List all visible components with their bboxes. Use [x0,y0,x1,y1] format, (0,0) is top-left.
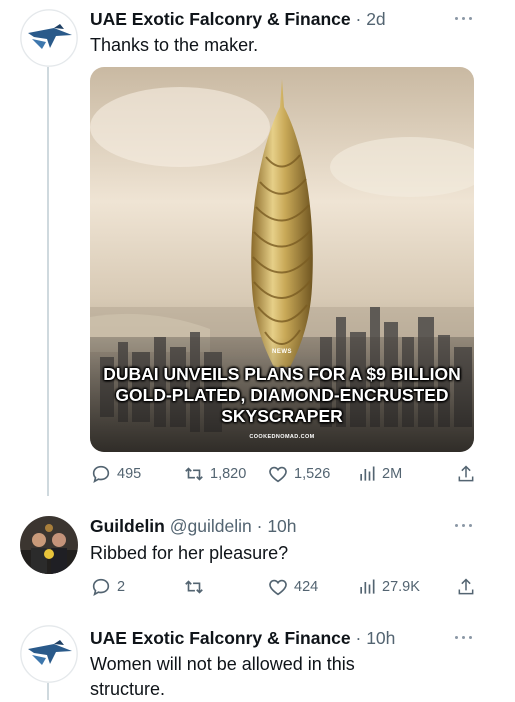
falcon-logo-icon [20,9,78,67]
falcon-logo-icon [20,625,78,683]
more-icon[interactable] [455,16,475,22]
timestamp[interactable]: 10h [267,516,296,536]
reply-count: 2 [117,579,126,595]
heart-icon [269,466,287,483]
reply-button[interactable]: 495 [90,462,141,486]
share-icon [458,465,474,482]
tweet-text: Ribbed for her pleasure? [90,543,289,563]
media-site: COOKEDNOMAD.COM [249,434,315,440]
author-handle[interactable]: @guildelin [170,516,252,536]
like-button[interactable]: 1,526 [267,462,330,486]
media-headline: DUBAI UNVEILS PLANS FOR A $9 BILLION GOL… [103,364,461,426]
share-button[interactable] [456,462,476,486]
separator: · [355,628,362,648]
tweet-actions: 2 424 27.9K [90,575,480,599]
separator: · [256,516,263,536]
retweet-count: 1,820 [210,466,247,482]
more-icon[interactable] [455,635,475,641]
like-count: 1,526 [294,466,331,482]
avatar-guildelin[interactable] [20,516,78,574]
tweet-media-image[interactable]: NEWS DUBAI UNVEILS PLANS FOR A $9 BILLIO… [90,67,474,452]
timestamp[interactable]: 2d [366,9,385,29]
views-icon [360,579,375,594]
views-icon [360,466,375,481]
avatar-uae-falconry[interactable] [20,625,78,683]
views-count: 2M [382,466,403,482]
like-button[interactable]: 424 [267,575,318,599]
tweet-actions: 495 1,820 1,526 2M [90,462,480,486]
views-button[interactable]: 2M [357,462,402,486]
share-button[interactable] [456,575,476,599]
retweet-button[interactable] [183,575,210,599]
avatar-photo [20,516,78,574]
reply-button[interactable]: 2 [90,575,125,599]
more-icon[interactable] [455,523,475,529]
heart-icon [269,579,287,596]
tweet-text: Thanks to the maker. [90,35,259,55]
share-icon [458,578,474,595]
reply-count: 495 [117,466,142,482]
author-name[interactable]: Guildelin [90,516,165,536]
like-count: 424 [294,579,319,595]
tweet-header: UAE Exotic Falconry & Finance · 2d [90,9,386,30]
avatar-uae-falconry[interactable] [20,9,78,67]
news-tag: NEWS [272,349,292,355]
retweet-button[interactable]: 1,820 [183,462,246,486]
tweet-text: Women will not be allowed in this struct… [90,654,355,699]
views-button[interactable]: 27.9K [357,575,420,599]
author-name[interactable]: UAE Exotic Falconry & Finance [90,9,351,29]
separator: · [355,9,362,29]
retweet-icon [185,580,203,594]
tweet-header: Guildelin @guildelin · 10h [90,516,297,537]
tweet-header: UAE Exotic Falconry & Finance · 10h [90,628,395,649]
reply-icon [92,578,110,597]
reply-icon [92,465,110,484]
timestamp[interactable]: 10h [366,628,395,648]
thread-line [47,66,49,496]
retweet-icon [185,467,203,481]
views-count: 27.9K [382,579,420,595]
author-name[interactable]: UAE Exotic Falconry & Finance [90,628,351,648]
